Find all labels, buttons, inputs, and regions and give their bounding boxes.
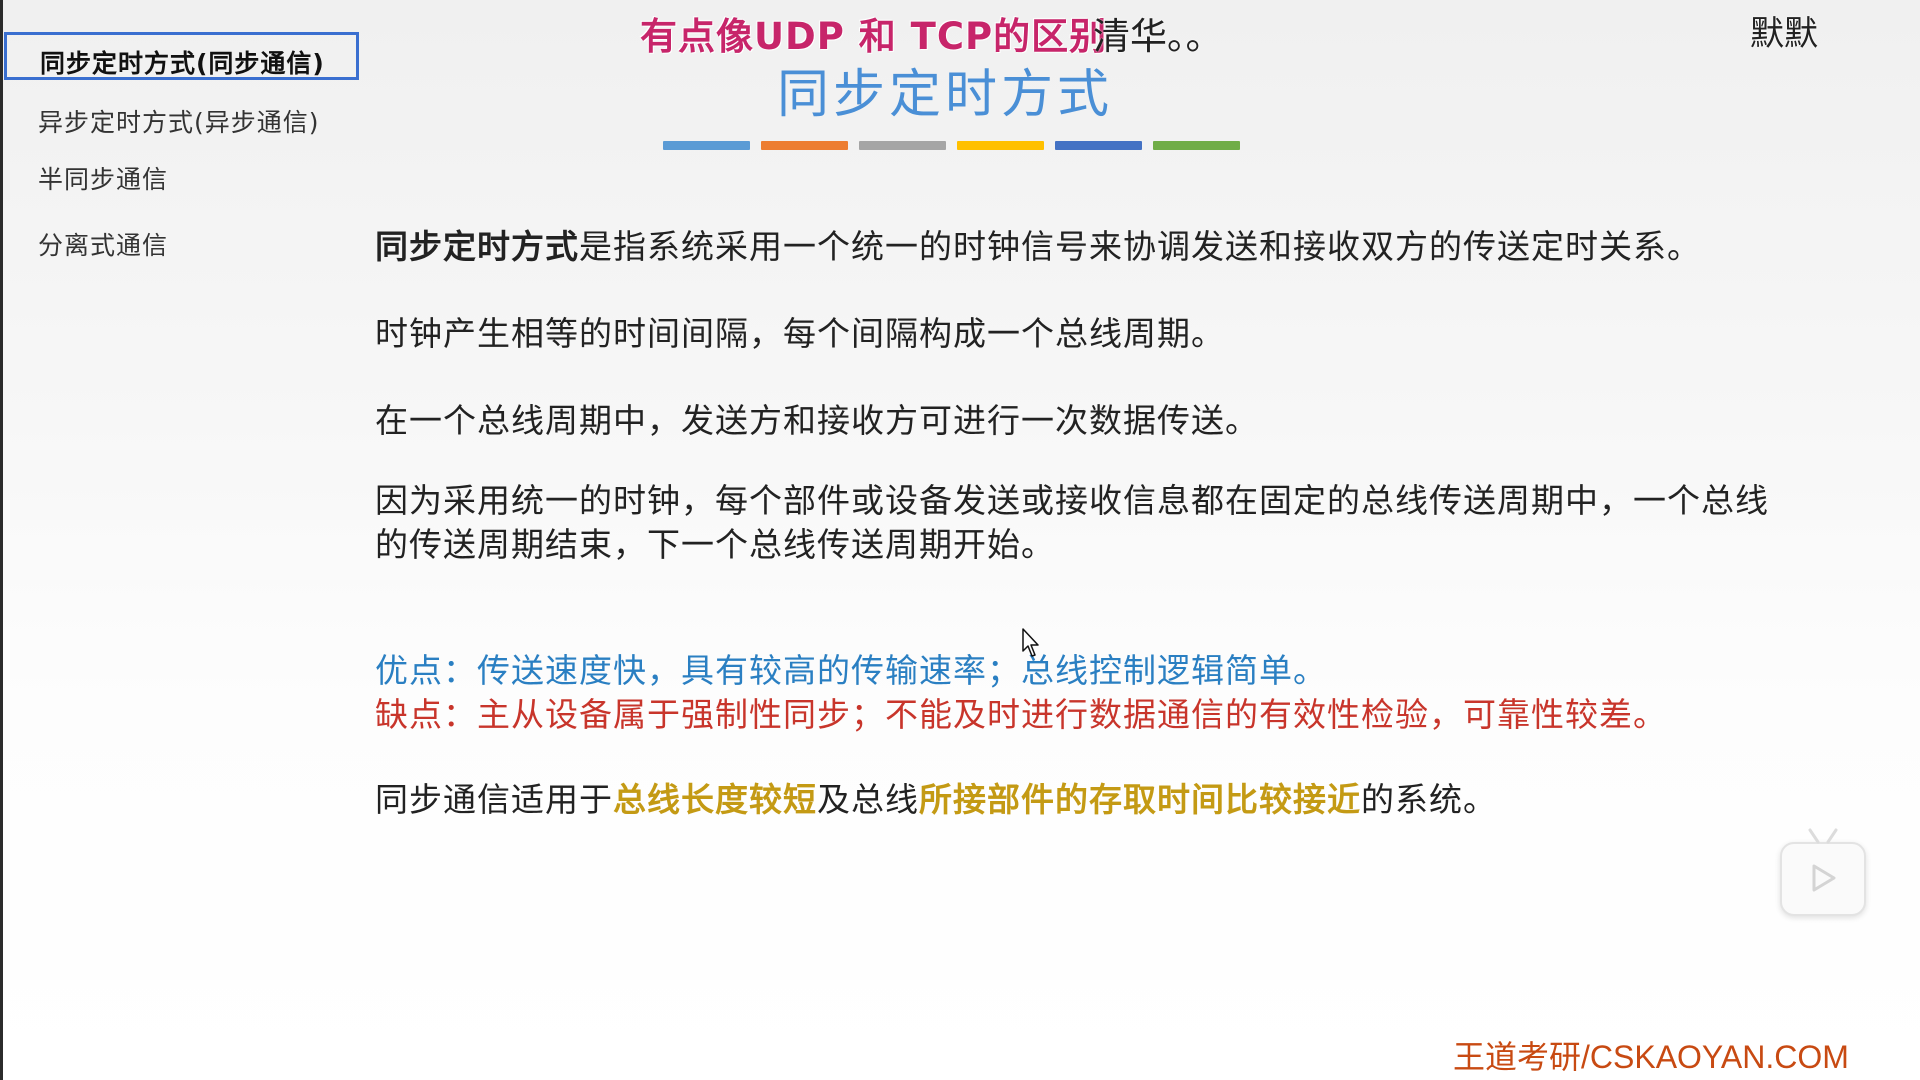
title-color-bar bbox=[761, 141, 848, 150]
tv-antenna-icon bbox=[1808, 828, 1838, 844]
title-color-bar bbox=[1055, 141, 1142, 150]
play-button[interactable] bbox=[1780, 828, 1866, 916]
mouse-pointer-icon bbox=[1022, 628, 1042, 662]
advantage-text: 优点：传送速度快，具有较高的传输速率；总线控制逻辑简单。 bbox=[375, 651, 1327, 690]
title-color-bar bbox=[957, 141, 1044, 150]
usage-prefix: 同步通信适用于 bbox=[375, 780, 613, 819]
slide-title: 同步定时方式 bbox=[776, 65, 1113, 125]
sidebar-item-semi-sync[interactable]: 半同步通信 bbox=[38, 160, 168, 196]
title-color-bar bbox=[859, 141, 946, 150]
usage-suffix: 的系统。 bbox=[1361, 780, 1497, 819]
definition-term: 同步定时方式 bbox=[375, 227, 579, 266]
unified-clock-paragraph: 因为采用统一的时钟，每个部件或设备发送或接收信息都在固定的总线传送周期中，一个总… bbox=[375, 481, 1769, 564]
transfer-paragraph: 在一个总线周期中，发送方和接收方可进行一次数据传送。 bbox=[375, 401, 1259, 440]
definition-text: 是指系统采用一个统一的时钟信号来协调发送和接收双方的传送定时关系。 bbox=[579, 227, 1701, 266]
sidebar-item-split-transaction[interactable]: 分离式通信 bbox=[38, 226, 168, 262]
window-left-edge bbox=[0, 0, 3, 1080]
bus-cycle-paragraph: 时钟产生相等的时间间隔，每个间隔构成一个总线周期。 bbox=[375, 314, 1225, 353]
watermark-text: 王道考研/CSKAOYAN.COM bbox=[1453, 1039, 1849, 1075]
usage-middle: 及总线 bbox=[817, 780, 919, 819]
usage-paragraph: 同步通信适用于总线长度较短及总线所接部件的存取时间比较接近的系统。 bbox=[375, 773, 1497, 821]
definition-paragraph: 同步定时方式是指系统采用一个统一的时钟信号来协调发送和接收双方的传送定时关系。 bbox=[375, 220, 1701, 268]
usage-highlight: 所接部件的存取时间比较接近 bbox=[919, 780, 1361, 819]
sidebar-item-label: 半同步通信 bbox=[38, 165, 169, 194]
sidebar-item-label: 分离式通信 bbox=[38, 231, 169, 260]
disadvantage-text: 缺点：主从设备属于强制性同步；不能及时进行数据通信的有效性检验，可靠性较差。 bbox=[375, 695, 1667, 734]
usage-highlight: 总线长度较短 bbox=[613, 780, 817, 819]
title-color-bar bbox=[663, 141, 750, 150]
play-icon bbox=[1812, 864, 1836, 892]
title-color-bar bbox=[1153, 141, 1240, 150]
danmaku-username: 默默 bbox=[1750, 14, 1818, 54]
